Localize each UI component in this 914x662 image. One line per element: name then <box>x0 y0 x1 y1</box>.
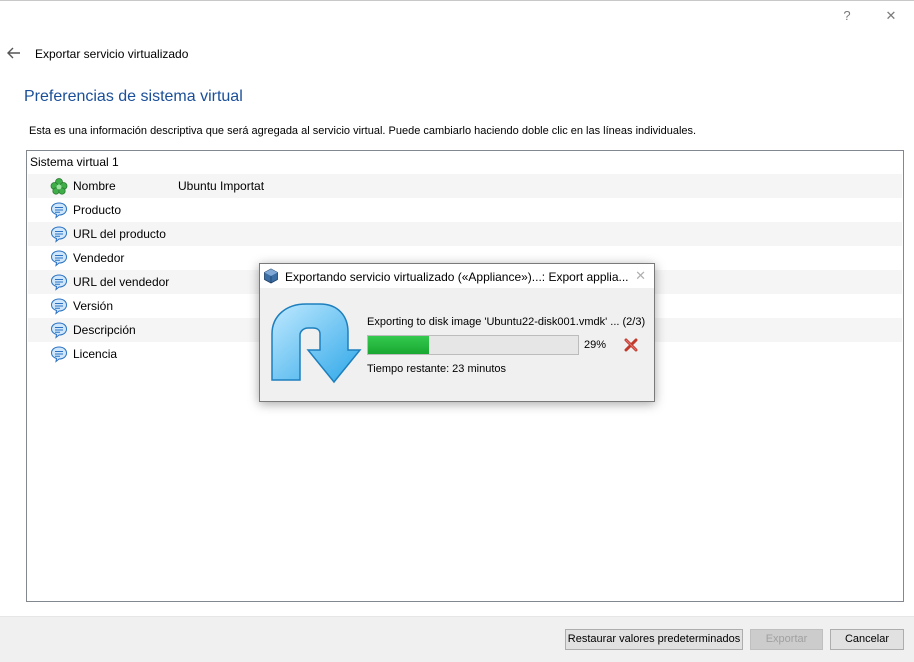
dialog-close-button[interactable]: ✕ <box>635 268 646 284</box>
row-label: Producto <box>73 203 122 217</box>
progress-bar <box>367 335 579 355</box>
progress-fill <box>368 336 429 354</box>
tree-row-name[interactable]: Nombre Ubuntu Importat <box>28 174 902 198</box>
window-top-border <box>0 0 914 1</box>
row-label: Versión <box>73 299 114 313</box>
export-progress-dialog[interactable]: Exportando servicio virtualizado («Appli… <box>259 263 655 402</box>
virtualbox-icon <box>264 268 278 284</box>
cancel-button[interactable]: Cancelar <box>830 629 904 650</box>
tree-row-product[interactable]: Producto <box>28 198 902 222</box>
page-description: Esta es una información descriptiva que … <box>29 125 697 137</box>
remaining-time: Tiempo restante: 23 minutos <box>367 363 506 375</box>
row-label: URL del vendedor <box>73 275 170 289</box>
progress-percent: 29% <box>584 339 607 351</box>
dialog-title-bar[interactable]: Exportando servicio virtualizado («Appli… <box>260 264 654 288</box>
restore-defaults-button[interactable]: Restaurar valores predeterminados <box>565 629 743 650</box>
export-button: Exportar <box>750 629 823 650</box>
description-icon <box>50 250 68 267</box>
tree-root-label[interactable]: Sistema virtual 1 <box>30 155 119 169</box>
cancel-operation-icon[interactable] <box>623 337 639 353</box>
export-arrow-icon <box>271 303 362 384</box>
tree-row-product-url[interactable]: URL del producto <box>28 222 902 246</box>
help-button[interactable]: ? <box>836 6 858 26</box>
row-label: Vendedor <box>73 251 125 265</box>
page-title: Preferencias de sistema virtual <box>24 88 243 105</box>
operation-text: Exporting to disk image 'Ubuntu22-disk00… <box>367 316 646 328</box>
dialog-title: Exportando servicio virtualizado («Appli… <box>285 270 629 284</box>
description-icon <box>50 226 68 243</box>
description-icon <box>50 298 68 315</box>
row-label: Licencia <box>73 347 118 361</box>
description-icon <box>50 322 68 339</box>
row-label: URL del producto <box>73 227 166 241</box>
description-icon <box>50 202 68 219</box>
row-label: Nombre <box>73 179 116 193</box>
row-value[interactable]: Ubuntu Importat <box>178 179 264 193</box>
button-bar: Restaurar valores predeterminados Export… <box>0 616 914 662</box>
back-arrow-icon[interactable] <box>6 45 22 61</box>
name-icon <box>50 178 68 195</box>
description-icon <box>50 274 68 291</box>
row-label: Descripción <box>73 323 136 337</box>
close-button[interactable]: ✕ <box>880 6 902 26</box>
description-icon <box>50 346 68 363</box>
wizard-title: Exportar servicio virtualizado <box>35 47 189 61</box>
